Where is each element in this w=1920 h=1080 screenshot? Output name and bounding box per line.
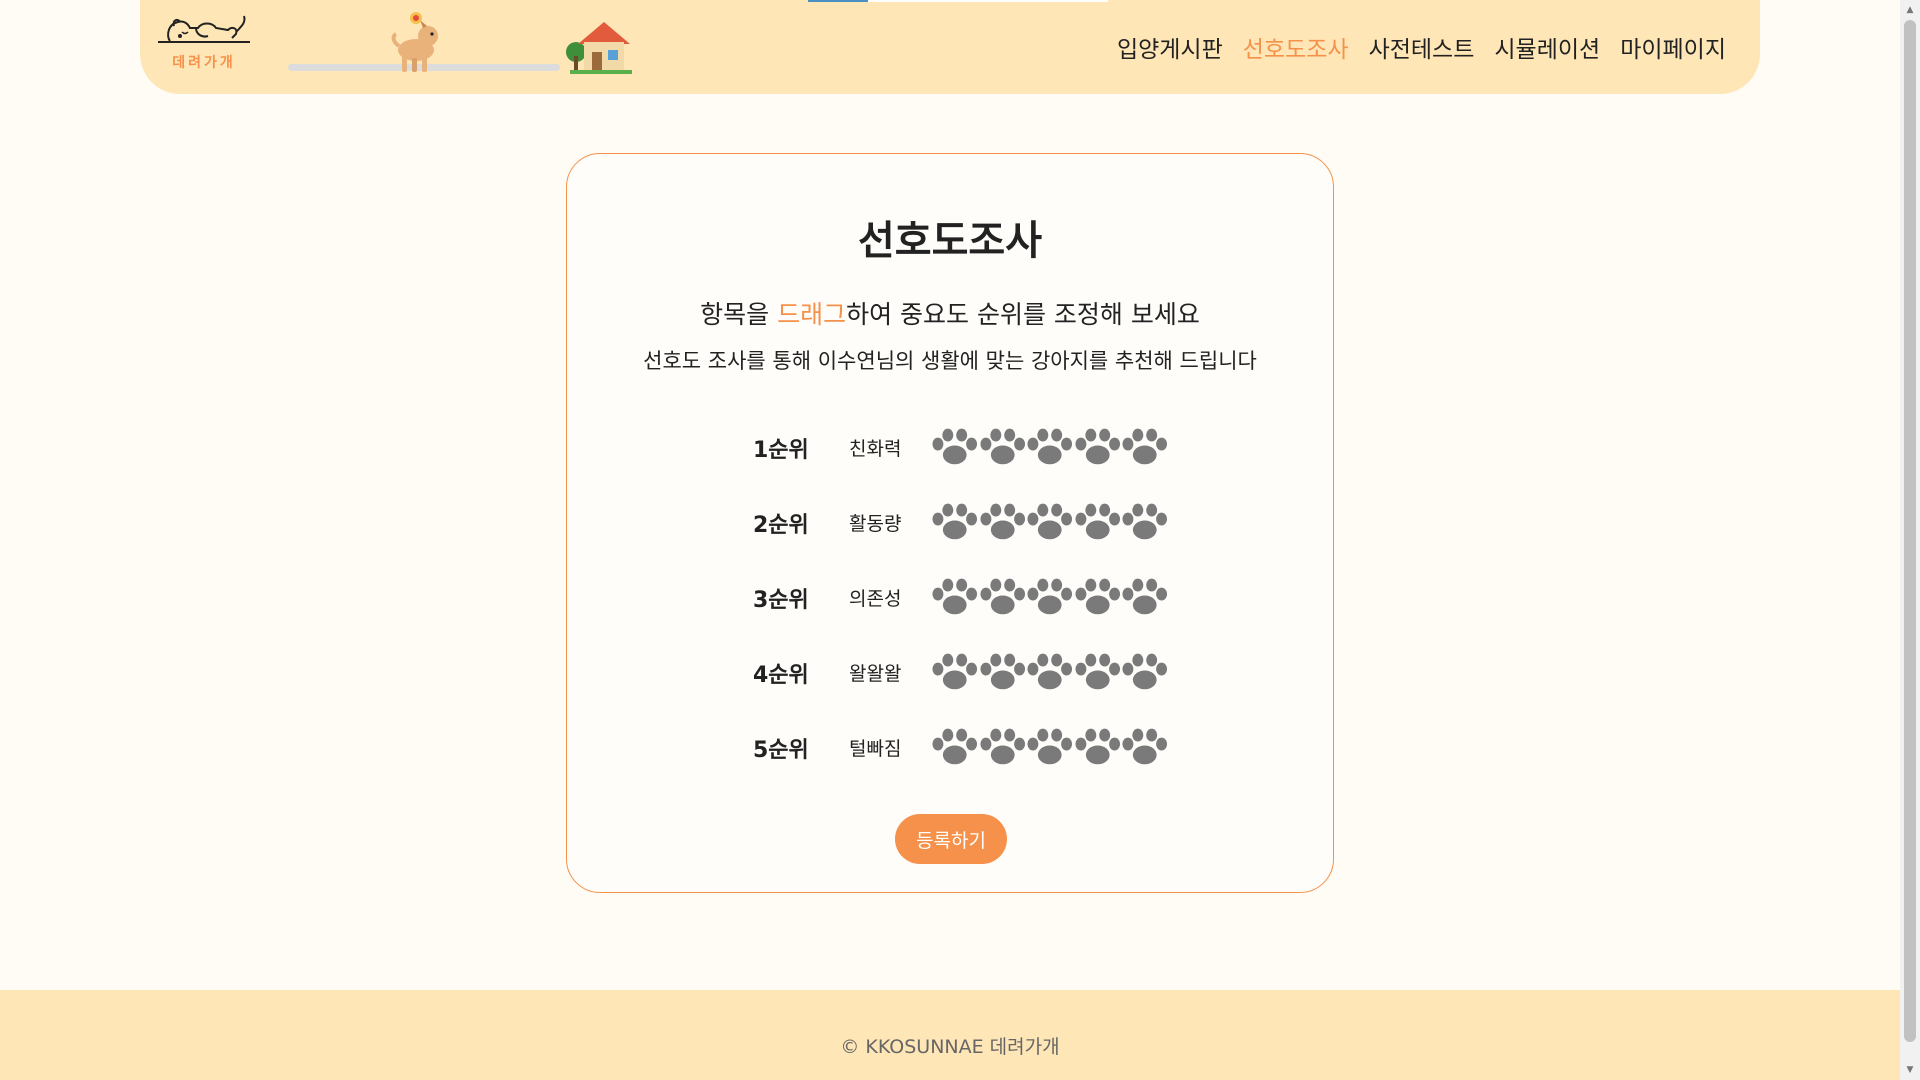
paw-icon[interactable] xyxy=(1121,574,1169,618)
rank-item-name: 친화력 xyxy=(849,438,902,460)
paw-icon[interactable] xyxy=(931,424,979,468)
submit-button[interactable]: 등록하기 xyxy=(895,814,1007,864)
instruction-highlight: 드래그 xyxy=(777,300,847,329)
nav-adoption-board[interactable]: 입양게시판 xyxy=(1117,30,1223,64)
paw-icon[interactable] xyxy=(1074,424,1122,468)
paw-icon[interactable] xyxy=(979,499,1027,543)
scrollbar[interactable]: ▲ ▼ xyxy=(1900,0,1920,1080)
instruction-text: 항목을 드래그하여 중요도 순위를 조정해 보세요 xyxy=(567,295,1333,331)
rank-row-3[interactable]: 3순위 의존성 xyxy=(567,574,1333,618)
paw-icon[interactable] xyxy=(1121,649,1169,693)
rank-row-5[interactable]: 5순위 털빠짐 xyxy=(567,724,1333,768)
nav-mypage[interactable]: 마이페이지 xyxy=(1620,30,1726,64)
paw-icon[interactable] xyxy=(979,574,1027,618)
paw-icon[interactable] xyxy=(1026,574,1074,618)
sleeping-dog-icon xyxy=(158,15,250,43)
paw-icon[interactable] xyxy=(1074,499,1122,543)
footer: © KKOSUNNAE 데려가개 xyxy=(0,990,1900,1080)
paw-rating xyxy=(931,424,1169,468)
paw-icon[interactable] xyxy=(979,724,1027,768)
nav-pre-test[interactable]: 사전테스트 xyxy=(1369,30,1475,64)
logo[interactable]: 데려가개 xyxy=(154,12,254,82)
description-text: 선호도 조사를 통해 이수연님의 생활에 맞는 강아지를 추천해 드립니다 xyxy=(643,349,1257,373)
nav-preference-survey[interactable]: 선호도조사 xyxy=(1243,30,1349,64)
rank-item-name: 의존성 xyxy=(849,588,902,610)
house-icon xyxy=(566,22,632,74)
paw-icon[interactable] xyxy=(979,424,1027,468)
rank-row-4[interactable]: 4순위 왈왈왈 xyxy=(567,649,1333,693)
main-nav: 입양게시판 선호도조사 사전테스트 시뮬레이션 마이페이지 xyxy=(1117,30,1726,64)
paw-icon[interactable] xyxy=(1121,499,1169,543)
paw-icon[interactable] xyxy=(1121,724,1169,768)
paw-rating xyxy=(931,724,1169,768)
paw-icon[interactable] xyxy=(1074,724,1122,768)
rank-label: 1순위 xyxy=(753,438,809,463)
scroll-down-icon[interactable]: ▼ xyxy=(1904,1064,1916,1076)
paw-icon[interactable] xyxy=(931,574,979,618)
scroll-thumb[interactable] xyxy=(1904,20,1916,1042)
rank-item-name: 왈왈왈 xyxy=(849,663,902,685)
paw-rating xyxy=(931,574,1169,618)
page-title: 선호도조사 xyxy=(858,218,1042,264)
paw-icon[interactable] xyxy=(931,649,979,693)
walking-dog-icon xyxy=(391,12,438,72)
paw-icon[interactable] xyxy=(979,649,1027,693)
paw-icon[interactable] xyxy=(1074,574,1122,618)
rank-item-name: 활동량 xyxy=(849,513,902,535)
rank-label: 4순위 xyxy=(753,663,809,688)
rank-row-1[interactable]: 1순위 친화력 xyxy=(567,424,1333,468)
rank-label: 2순위 xyxy=(753,513,809,538)
paw-icon[interactable] xyxy=(1026,724,1074,768)
rank-label: 3순위 xyxy=(753,588,809,613)
instruction-suffix: 하여 중요도 순위를 조정해 보세요 xyxy=(846,300,1200,329)
paw-icon[interactable] xyxy=(931,499,979,543)
paw-icon[interactable] xyxy=(1026,649,1074,693)
paw-icon[interactable] xyxy=(1074,649,1122,693)
paw-icon[interactable] xyxy=(1026,499,1074,543)
rank-item-name: 털빠짐 xyxy=(849,738,902,760)
top-indicator xyxy=(808,0,868,2)
header: 데려가개 입양게시판 선호도조사 사전테스트 시뮬레이션 마이페이지 xyxy=(140,0,1760,94)
paw-icon[interactable] xyxy=(1121,424,1169,468)
paw-rating xyxy=(931,649,1169,693)
survey-card: 선호도조사 항목을 드래그하여 중요도 순위를 조정해 보세요 선호도 조사를 … xyxy=(566,153,1334,893)
rank-row-2[interactable]: 2순위 활동량 xyxy=(567,499,1333,543)
logo-text: 데려가개 xyxy=(172,55,236,71)
scroll-up-icon[interactable]: ▲ xyxy=(1904,4,1916,16)
nav-simulation[interactable]: 시뮬레이션 xyxy=(1494,30,1600,64)
paw-icon[interactable] xyxy=(1026,424,1074,468)
paw-icon[interactable] xyxy=(931,724,979,768)
rank-label: 5순위 xyxy=(753,738,809,763)
instruction-prefix: 항목을 xyxy=(700,300,778,329)
copyright-text: © KKOSUNNAE 데려가개 xyxy=(840,1036,1060,1058)
paw-rating xyxy=(931,499,1169,543)
top-indicator-track xyxy=(868,0,1108,2)
